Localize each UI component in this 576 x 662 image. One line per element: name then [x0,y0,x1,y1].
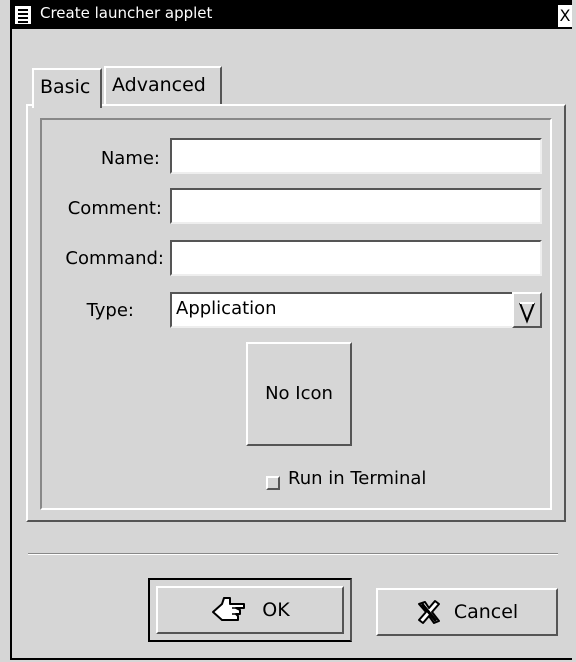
ok-label: OK [262,599,290,621]
icon-picker-label: No Icon [265,383,333,404]
type-combo-entry[interactable]: Application [170,292,514,328]
basic-page-frame: Name: Comment: Command: Type: Applicatio… [40,118,552,510]
run-in-terminal-checkbox[interactable] [266,476,280,490]
comment-label: Comment: [67,198,162,219]
tab-advanced[interactable]: Advanced [104,66,222,106]
tab-basic-label: Basic [40,76,91,98]
comment-field[interactable] [170,188,542,224]
dialog-separator [28,553,558,555]
close-icon[interactable]: X [558,5,572,27]
notebook-page-basic: Name: Comment: Command: Type: Applicatio… [26,104,566,522]
cancel-button[interactable]: Cancel [376,588,558,636]
command-field[interactable] [170,240,542,276]
type-combo-button[interactable] [512,292,542,328]
create-launcher-dialog: Create launcher applet X Advanced Basic … [10,0,572,660]
name-label: Name: [100,148,160,169]
ok-button[interactable]: OK [156,586,344,634]
dropdown-arrow-icon [519,302,535,324]
cancel-label: Cancel [453,601,519,623]
title-bar[interactable]: Create launcher applet X [12,0,572,29]
ok-hand-icon [212,597,246,621]
type-combo-value: Application [176,298,277,319]
tab-basic[interactable]: Basic [32,68,102,108]
run-in-terminal-label[interactable]: Run in Terminal [288,468,426,489]
icon-picker-button[interactable]: No Icon [246,342,352,446]
tab-advanced-label: Advanced [112,74,206,96]
window-title: Create launcher applet [40,4,213,22]
window-menu-icon[interactable] [14,5,32,25]
name-field[interactable] [170,138,542,174]
cancel-x-icon [417,600,440,624]
command-label: Command: [65,248,164,269]
type-label: Type: [86,300,134,321]
